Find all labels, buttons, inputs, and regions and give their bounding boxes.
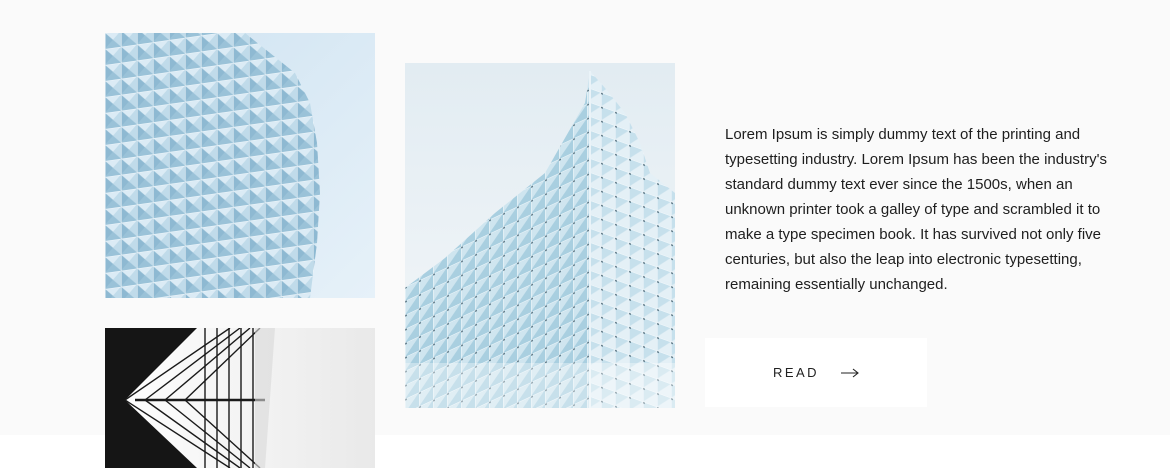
article-body-text: Lorem Ipsum is simply dummy text of the … — [725, 126, 1107, 293]
glass-tower-image — [405, 63, 675, 408]
arrow-right-icon — [841, 368, 859, 378]
bw-building-image — [105, 328, 375, 468]
read-button-label: READ — [772, 365, 820, 380]
read-button[interactable]: READ — [705, 338, 927, 407]
glass-facade-image — [105, 33, 375, 298]
